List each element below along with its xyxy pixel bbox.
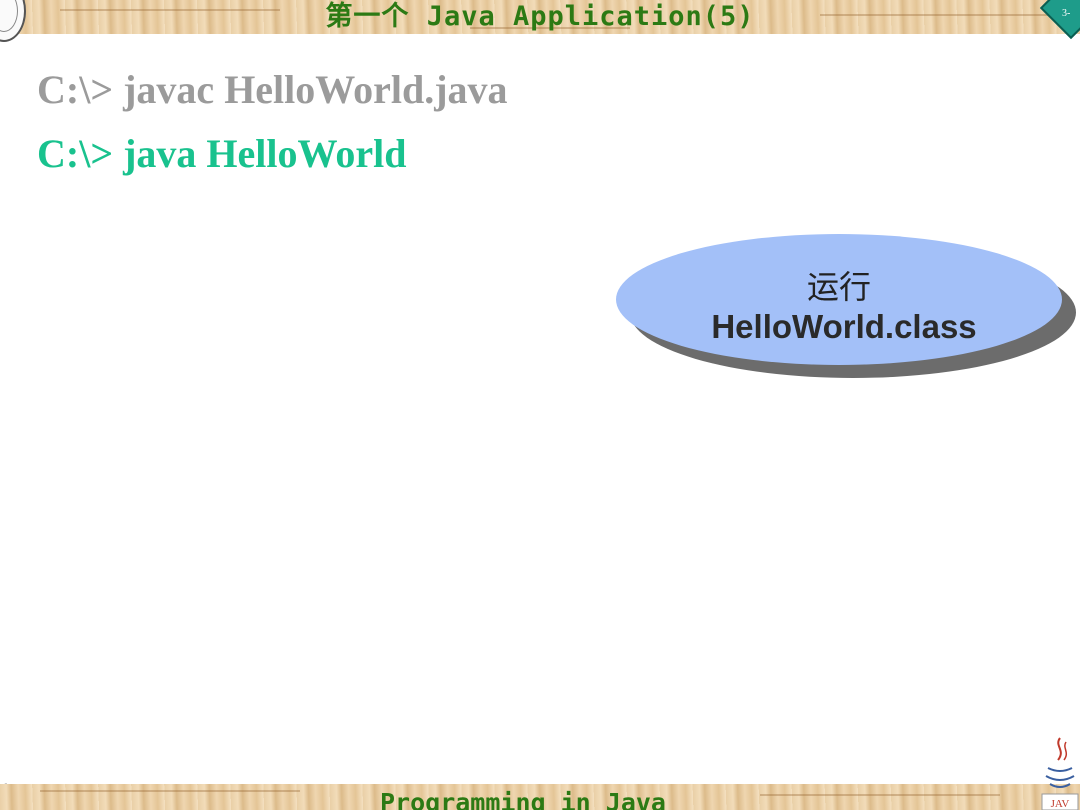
compile-command: C:\> javac HelloWorld.java	[37, 67, 508, 112]
slide-title: 第一个 Java Application(5)	[325, 1, 755, 32]
callout-label-class: HelloWorld.class	[711, 308, 977, 345]
university-seal-icon	[0, 0, 26, 42]
callout-label-run: 运行	[806, 268, 871, 306]
run-command: C:\> java HelloWorld	[37, 131, 407, 176]
java-logo-icon: JAV	[1041, 737, 1079, 810]
footer-bar: Programming in Java	[0, 784, 1080, 810]
header-bar: 第一个 Java Application(5)	[0, 0, 1080, 34]
page-number: 3-	[1062, 8, 1071, 19]
wood-grain	[760, 794, 1000, 796]
footer-title: Programming in Java	[380, 788, 666, 810]
svg-text:JAV: JAV	[1051, 798, 1070, 810]
wood-grain	[40, 790, 300, 792]
